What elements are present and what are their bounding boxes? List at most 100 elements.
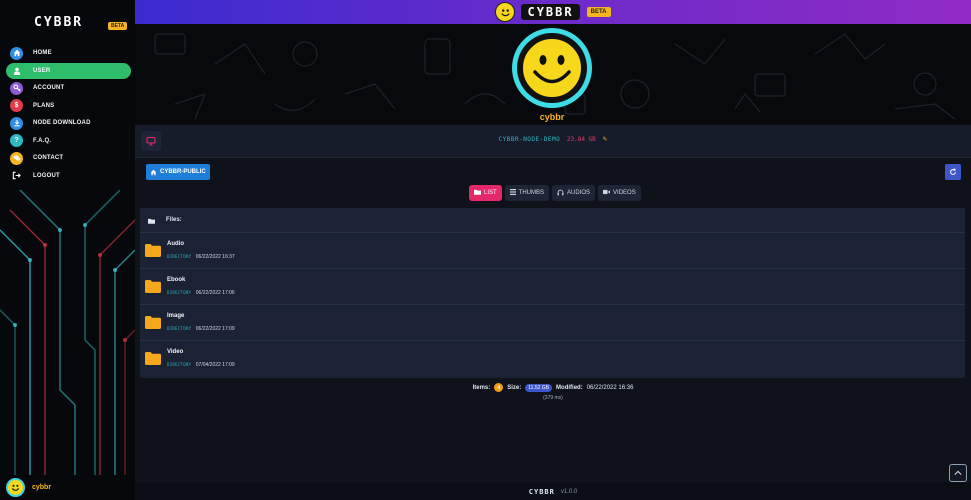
footer: CYBBR v1.0.0 bbox=[135, 483, 971, 500]
sidebar-item-user[interactable]: USER bbox=[6, 62, 131, 79]
file-type: DIRECTORY bbox=[167, 290, 192, 295]
user-icon bbox=[10, 64, 23, 77]
file-name[interactable]: Audio bbox=[167, 241, 184, 247]
sidebar-username: cybbr bbox=[32, 484, 52, 491]
folder-icon bbox=[145, 352, 161, 365]
main-content: CYBBR-NODE-DEMO 23.84 GB ✎ CYBBR-PUBLIC … bbox=[135, 125, 971, 500]
tab-label: VIDEOS bbox=[613, 190, 636, 196]
folder-icon bbox=[148, 211, 155, 229]
refresh-icon bbox=[950, 168, 957, 175]
node-name[interactable]: CYBBR-NODE-DEMO bbox=[499, 136, 561, 143]
scroll-top-button[interactable] bbox=[949, 464, 967, 482]
file-type: DIRECTORY bbox=[167, 326, 192, 331]
file-row-video[interactable]: Video DIRECTORY 07/04/2022 17:09 bbox=[140, 341, 965, 377]
size-badge: 11.52 GB bbox=[525, 383, 553, 392]
profile-avatar[interactable] bbox=[512, 28, 592, 108]
sidebar-item-node-download[interactable]: NODE DOWNLOAD bbox=[6, 115, 131, 131]
sidebar-item-faq[interactable]: ? F.A.Q. bbox=[6, 133, 131, 149]
brand[interactable]: CYBBR bbox=[34, 14, 83, 30]
top-beta-badge: BETA bbox=[586, 7, 611, 17]
file-meta: DIRECTORY 07/04/2022 17:09 bbox=[167, 362, 235, 368]
sidebar-item-account[interactable]: ACCOUNT bbox=[6, 80, 131, 96]
items-label: Items: bbox=[472, 384, 491, 391]
load-timing: (379 ms) bbox=[543, 395, 563, 401]
file-date: 07/04/2022 17:09 bbox=[195, 362, 235, 368]
tab-label: AUDIOS bbox=[567, 190, 591, 196]
video-icon bbox=[603, 189, 611, 197]
file-meta: DIRECTORY 06/22/2022 17:09 bbox=[167, 326, 235, 332]
home-icon bbox=[150, 169, 157, 175]
file-name[interactable]: Ebook bbox=[167, 277, 185, 283]
modified-label: Modified: bbox=[556, 384, 583, 391]
folder-icon bbox=[145, 244, 161, 257]
circuit-decoration bbox=[0, 190, 135, 475]
tab-thumbs[interactable]: THUMBS bbox=[504, 185, 550, 201]
sidebar-item-label: HOME bbox=[33, 50, 52, 56]
file-row-image[interactable]: Image DIRECTORY 06/22/2022 17:09 bbox=[140, 305, 965, 341]
top-logo: CYBBR bbox=[521, 4, 580, 20]
smiley-avatar-icon bbox=[6, 478, 25, 497]
tab-list[interactable]: LIST bbox=[469, 185, 502, 201]
folder-icon bbox=[474, 189, 481, 197]
tab-videos[interactable]: VIDEOS bbox=[598, 185, 641, 201]
node-bar: CYBBR-NODE-DEMO 23.84 GB ✎ bbox=[135, 125, 971, 158]
node-info: CYBBR-NODE-DEMO 23.84 GB ✎ bbox=[135, 136, 971, 143]
sidebar-item-home[interactable]: HOME bbox=[6, 45, 131, 61]
file-row-audio[interactable]: Audio DIRECTORY 06/22/2022 16:37 bbox=[140, 233, 965, 269]
dollar-icon: $ bbox=[10, 99, 23, 112]
chat-icon bbox=[10, 151, 23, 165]
footer-logo: CYBBR bbox=[528, 487, 555, 496]
brand-logo[interactable]: CYBBR bbox=[34, 15, 83, 30]
sidebar: CYBBR BETA HOME USER ACCOUNT $ PLANS NOD… bbox=[0, 0, 135, 500]
beta-badge: BETA bbox=[108, 22, 128, 30]
sidebar-user[interactable]: cybbr bbox=[6, 478, 51, 497]
profile-username: cybbr bbox=[539, 112, 565, 122]
size-label: Size: bbox=[507, 384, 522, 391]
file-date: 06/22/2022 17:06 bbox=[195, 290, 235, 296]
bucket-label: CYBBR-PUBLIC bbox=[160, 169, 206, 175]
view-tabs: LIST THUMBS AUDIOS VIDEOS bbox=[469, 185, 644, 201]
file-row-ebook[interactable]: Ebook DIRECTORY 06/22/2022 17:06 bbox=[140, 269, 965, 305]
tab-label: THUMBS bbox=[518, 190, 545, 196]
sidebar-item-label: PLANS bbox=[33, 102, 55, 109]
smiley-face-icon bbox=[521, 37, 583, 99]
file-type: DIRECTORY bbox=[167, 362, 192, 367]
sidebar-item-label: F.A.Q. bbox=[33, 137, 52, 144]
sidebar-item-label: LOGOUT bbox=[33, 172, 60, 179]
tab-audios[interactable]: AUDIOS bbox=[552, 185, 596, 201]
sidebar-item-label: NODE DOWNLOAD bbox=[33, 120, 91, 126]
folder-icon bbox=[145, 280, 161, 293]
file-date: 06/22/2022 17:09 bbox=[195, 326, 235, 332]
sidebar-item-label: CONTACT bbox=[33, 155, 64, 161]
items-count-badge: 4 bbox=[494, 383, 504, 392]
download-icon bbox=[10, 116, 23, 130]
sidebar-item-label: USER bbox=[33, 67, 51, 74]
key-icon bbox=[10, 81, 23, 95]
sidebar-item-logout[interactable]: LOGOUT bbox=[6, 168, 131, 184]
refresh-button[interactable] bbox=[945, 164, 961, 180]
file-name[interactable]: Image bbox=[167, 313, 184, 319]
top-brand[interactable]: CYBBR BETA bbox=[495, 2, 611, 22]
file-list-title: Files: bbox=[166, 217, 182, 223]
file-list-header: Files: bbox=[140, 208, 965, 233]
sidebar-item-label: ACCOUNT bbox=[33, 85, 65, 91]
home-icon bbox=[10, 46, 23, 60]
bucket-button[interactable]: CYBBR-PUBLIC bbox=[146, 164, 210, 180]
folder-summary: Items: 4 Size: 11.52 GB Modified: 06/22/… bbox=[135, 383, 971, 401]
node-size: 23.84 GB bbox=[566, 136, 596, 143]
headphones-icon bbox=[557, 189, 564, 198]
sidebar-nav: HOME USER ACCOUNT $ PLANS NODE DOWNLOAD … bbox=[6, 45, 131, 185]
file-meta: DIRECTORY 06/22/2022 17:06 bbox=[167, 290, 235, 296]
chevron-up-icon bbox=[954, 470, 962, 475]
sidebar-item-plans[interactable]: $ PLANS bbox=[6, 98, 131, 114]
sidebar-item-contact[interactable]: CONTACT bbox=[6, 150, 131, 166]
grid-icon bbox=[509, 189, 516, 197]
file-name[interactable]: Video bbox=[167, 349, 183, 355]
question-icon: ? bbox=[10, 134, 23, 147]
logout-icon bbox=[10, 169, 23, 182]
pencil-icon[interactable]: ✎ bbox=[602, 137, 607, 143]
file-list: Files: Audio DIRECTORY 06/22/2022 16:37 … bbox=[140, 208, 965, 378]
profile-hero: cybbr bbox=[135, 24, 971, 125]
tab-label: LIST bbox=[484, 190, 497, 196]
top-bar: CYBBR BETA bbox=[135, 0, 971, 24]
